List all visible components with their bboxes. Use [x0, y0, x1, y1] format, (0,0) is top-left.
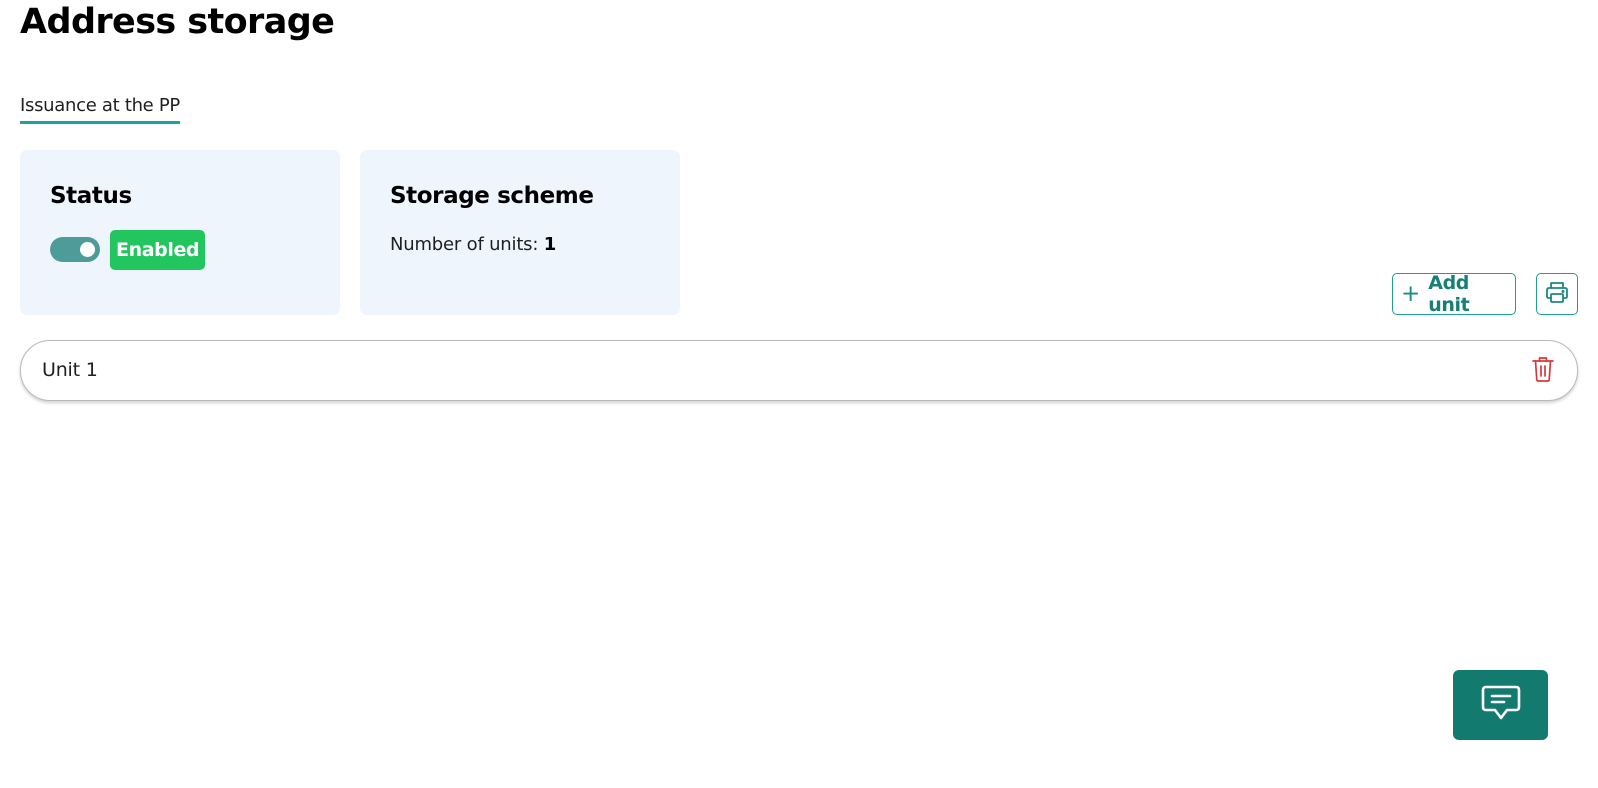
status-toggle[interactable] [50, 237, 100, 262]
status-badge: Enabled [110, 230, 206, 270]
storage-scheme-title: Storage scheme [390, 183, 594, 209]
delete-unit-button[interactable] [1529, 356, 1557, 386]
print-button[interactable] [1536, 273, 1578, 315]
printer-icon [1544, 279, 1570, 309]
storage-scheme-card: Storage scheme Number of units: 1 [360, 150, 680, 315]
unit-row[interactable]: Unit 1 [20, 340, 1578, 401]
number-of-units-label: Number of units: [390, 234, 544, 255]
add-unit-label: Add unit [1428, 272, 1470, 316]
chat-button[interactable] [1453, 670, 1548, 740]
page-title: Address storage [20, 2, 335, 42]
status-card-title: Status [50, 183, 132, 209]
trash-icon [1531, 355, 1555, 387]
chat-bubble-icon [1480, 683, 1522, 727]
tab-bar: Issuance at the PP [20, 95, 180, 124]
number-of-units-value: 1 [543, 234, 557, 255]
number-of-units: Number of units: 1 [390, 234, 556, 255]
tab-issuance-at-the-pp[interactable]: Issuance at the PP [20, 95, 180, 124]
toggle-knob [80, 242, 95, 257]
plus-icon: + [1401, 280, 1421, 307]
unit-label: Unit 1 [42, 359, 98, 381]
status-card: Status Enabled [20, 150, 340, 315]
add-unit-button[interactable]: + Add unit [1392, 272, 1516, 316]
